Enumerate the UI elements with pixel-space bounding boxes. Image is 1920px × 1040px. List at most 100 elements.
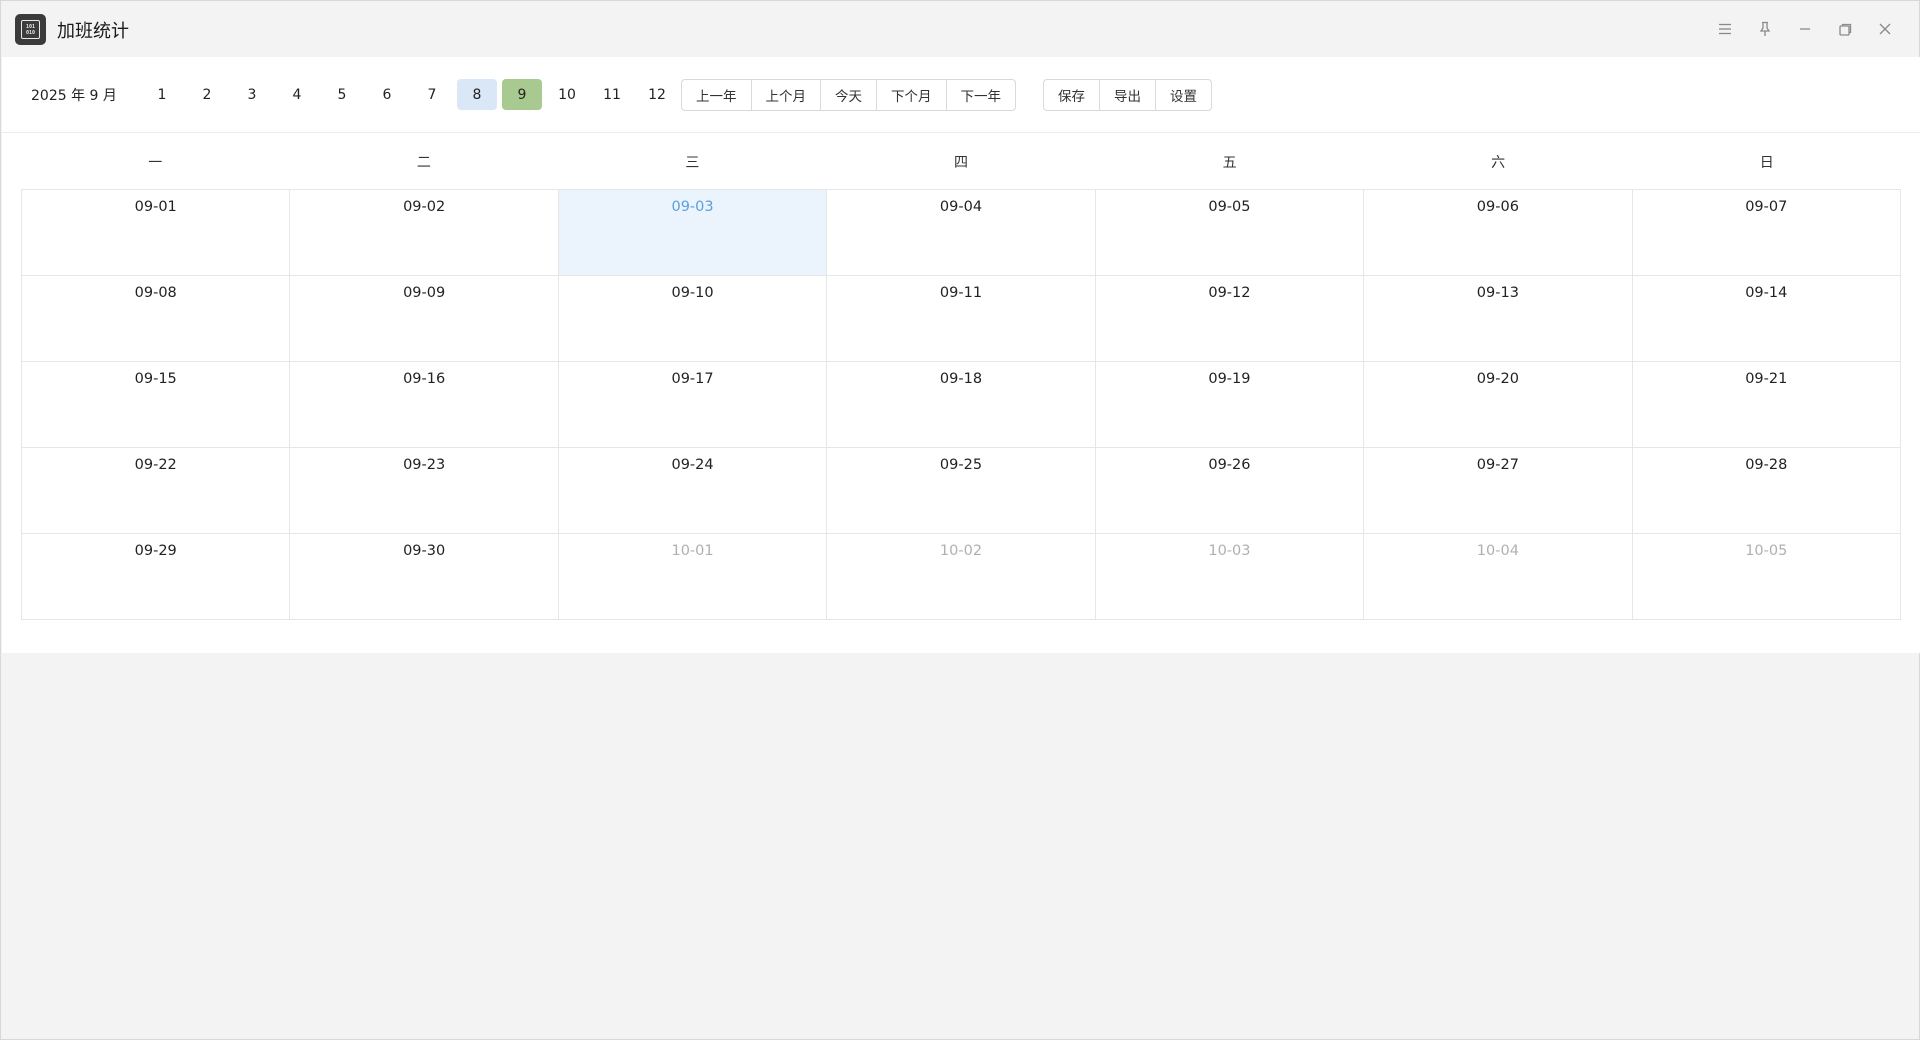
day-label: 09-11 (939, 285, 983, 301)
app-icon-glyph-row: 010 (25, 29, 36, 36)
day-cell[interactable]: 09-01 (22, 190, 291, 276)
today-button[interactable]: 今天 (821, 80, 877, 110)
day-cell[interactable]: 09-15 (22, 362, 291, 448)
day-label: 10-04 (1476, 543, 1519, 559)
day-cell[interactable]: 09-20 (1364, 362, 1633, 448)
day-label: 09-02 (403, 199, 446, 215)
month-button-6[interactable]: 6 (367, 79, 407, 110)
weekday-header: 一二三四五六日 (21, 134, 1901, 189)
day-label: 09-26 (1208, 457, 1251, 473)
weekday-label: 六 (1491, 154, 1506, 171)
restore-button[interactable] (1825, 13, 1865, 45)
month-selector: 1 2 3 4 5 6 7 8 9 10 11 12 (142, 79, 677, 110)
day-label: 09-17 (671, 371, 714, 387)
calendar-grid: 09-01 09-02 09-03 09-04 09-05 09-06 09-07 09-08… (21, 189, 1901, 620)
day-cell[interactable]: 09-23 (290, 448, 559, 534)
month-button-3[interactable]: 3 (232, 79, 272, 110)
close-button[interactable] (1865, 13, 1905, 45)
day-cell[interactable]: 10-01 (558, 534, 828, 620)
month-button-12[interactable]: 12 (637, 79, 677, 110)
save-button[interactable]: 保存 (1044, 80, 1100, 110)
day-cell[interactable]: 09-27 (1364, 448, 1633, 534)
day-cell[interactable]: 09-03 (558, 190, 828, 276)
day-cell[interactable]: 09-19 (1095, 362, 1365, 448)
day-cell[interactable]: 10-04 (1364, 534, 1633, 620)
month-button-2[interactable]: 2 (187, 79, 227, 110)
day-cell[interactable]: 09-10 (558, 276, 828, 362)
day-label: 10-03 (1208, 543, 1251, 559)
day-label: 09-05 (1208, 199, 1251, 215)
day-label: 09-27 (1476, 457, 1519, 473)
day-cell[interactable]: 09-25 (827, 448, 1096, 534)
day-label: 09-13 (1476, 285, 1519, 301)
prev-month-button[interactable]: 上个月 (752, 80, 821, 110)
day-cell[interactable]: 10-02 (827, 534, 1096, 620)
day-cell[interactable]: 09-16 (290, 362, 559, 448)
day-cell[interactable]: 09-17 (558, 362, 828, 448)
day-label: 09-10 (671, 285, 714, 301)
day-cell[interactable]: 09-11 (827, 276, 1096, 362)
toolbar: 2025 年 9 月 1 2 3 4 5 6 7 8 9 10 11 12 上一年 上个月 今天 下个月 下一… (2, 57, 1920, 133)
day-label: 09-14 (1745, 285, 1788, 301)
day-label: 09-28 (1745, 457, 1788, 473)
day-label: 10-02 (939, 543, 983, 559)
day-cell[interactable]: 09-12 (1095, 276, 1365, 362)
next-year-button[interactable]: 下一年 (947, 80, 1016, 110)
day-cell[interactable]: 09-13 (1364, 276, 1633, 362)
day-cell[interactable]: 10-03 (1095, 534, 1365, 620)
export-button[interactable]: 导出 (1100, 80, 1156, 110)
pin-button[interactable] (1745, 13, 1785, 45)
day-cell[interactable]: 09-18 (827, 362, 1096, 448)
weekday-label: 五 (1222, 154, 1237, 171)
app-title: 加班统计 (57, 21, 129, 42)
day-cell[interactable]: 09-05 (1095, 190, 1365, 276)
weekday-label: 四 (953, 154, 968, 171)
day-label: 10-05 (1745, 543, 1788, 559)
day-cell[interactable]: 09-21 (1632, 362, 1901, 448)
day-cell[interactable]: 09-07 (1632, 190, 1901, 276)
month-button-8[interactable]: 8 (457, 79, 497, 110)
month-button-9[interactable]: 9 (502, 79, 542, 110)
day-cell[interactable]: 09-04 (827, 190, 1096, 276)
day-label: 09-04 (939, 199, 983, 215)
month-button-10[interactable]: 10 (547, 79, 587, 110)
day-label: 09-07 (1745, 199, 1788, 215)
day-label: 09-20 (1476, 371, 1519, 387)
weekday-label: 日 (1759, 154, 1774, 171)
day-label: 09-30 (403, 543, 446, 559)
next-month-button[interactable]: 下个月 (877, 80, 947, 110)
settings-button[interactable]: 设置 (1156, 80, 1211, 110)
weekday-label: 一 (148, 154, 163, 171)
day-cell[interactable]: 09-30 (290, 534, 559, 620)
day-cell[interactable]: 09-09 (290, 276, 559, 362)
month-button-4[interactable]: 4 (277, 79, 317, 110)
month-button-5[interactable]: 5 (322, 79, 362, 110)
minimize-button[interactable] (1785, 13, 1825, 45)
day-label: 09-21 (1745, 371, 1788, 387)
navigation-button-group: 上一年 上个月 今天 下个月 下一年 (681, 79, 1016, 111)
day-cell[interactable]: 09-08 (22, 276, 291, 362)
day-cell[interactable]: 09-26 (1095, 448, 1365, 534)
day-cell[interactable]: 09-02 (290, 190, 559, 276)
calculator-icon: 101 010 (15, 14, 46, 45)
day-label: 09-29 (134, 543, 177, 559)
day-cell[interactable]: 09-28 (1632, 448, 1901, 534)
month-button-7[interactable]: 7 (412, 79, 452, 110)
day-label: 09-15 (134, 371, 177, 387)
day-cell[interactable]: 09-06 (1364, 190, 1633, 276)
month-button-1[interactable]: 1 (142, 79, 182, 110)
day-label: 09-23 (403, 457, 446, 473)
day-cell[interactable]: 09-22 (22, 448, 291, 534)
day-label: 09-22 (134, 457, 177, 473)
title-bar: 101 010 加班统计 (1, 1, 1919, 56)
day-cell[interactable]: 09-14 (1632, 276, 1901, 362)
app-icon-glyph: 101 010 (21, 20, 40, 39)
day-label: 10-01 (671, 543, 714, 559)
day-cell[interactable]: 09-29 (22, 534, 291, 620)
menu-button[interactable] (1705, 13, 1745, 45)
current-year-month: 2025 年 9 月 (31, 88, 117, 104)
month-button-11[interactable]: 11 (592, 79, 632, 110)
day-cell[interactable]: 10-05 (1632, 534, 1901, 620)
prev-year-button[interactable]: 上一年 (682, 80, 752, 110)
day-cell[interactable]: 09-24 (558, 448, 828, 534)
